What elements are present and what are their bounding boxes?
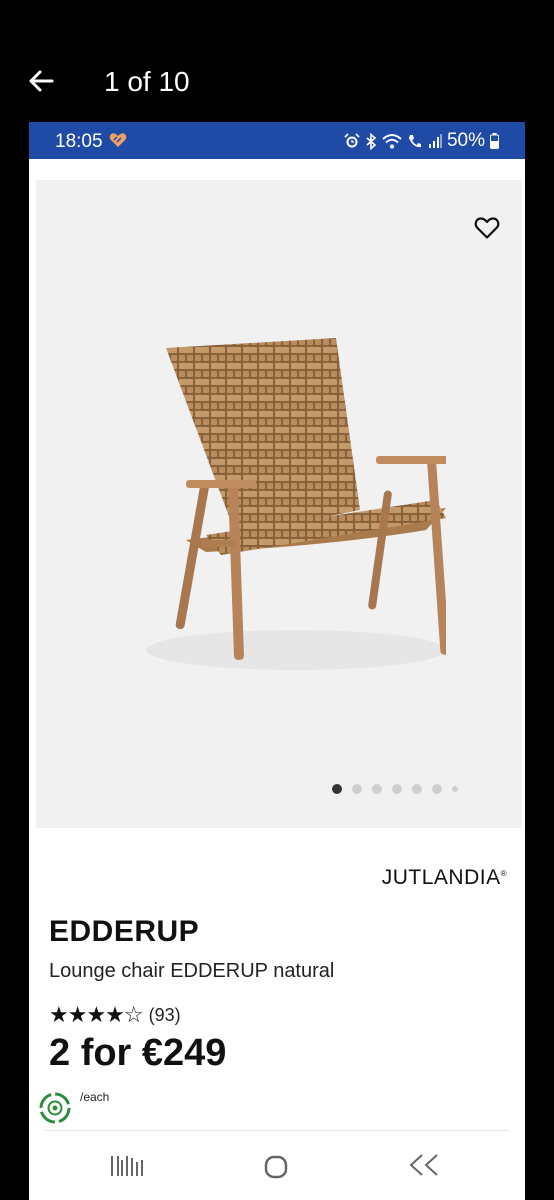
arrow-left-icon[interactable]	[26, 66, 56, 96]
wifi-calling-icon	[408, 135, 421, 148]
product-rating[interactable]: ★★★★☆ (93)	[49, 1002, 181, 1028]
android-nav-bar	[29, 1142, 525, 1192]
home-icon[interactable]	[263, 1154, 289, 1180]
alarm-icon	[344, 133, 360, 148]
gallery-dot[interactable]	[372, 784, 382, 794]
gallery-dot[interactable]	[412, 784, 422, 794]
phone-screenshot: 18:05 50% JUTLANDIA® EDDERUP Lounge chai…	[29, 122, 525, 1200]
product-description: Lounge chair EDDERUP natural	[49, 960, 335, 982]
image-counter: 1 of 10	[104, 66, 190, 97]
product-image-gallery[interactable]	[36, 180, 522, 828]
brand-logo: JUTLANDIA®	[381, 866, 507, 889]
heart-outline-icon[interactable]	[474, 216, 500, 240]
gallery-dot[interactable]	[332, 784, 342, 794]
recent-apps-icon[interactable]	[109, 1154, 145, 1178]
eco-recycle-icon	[39, 1092, 71, 1124]
product-photo	[146, 338, 446, 670]
gallery-dot[interactable]	[432, 784, 442, 794]
status-icons: 50%	[344, 130, 499, 152]
signal-icon	[428, 134, 442, 148]
bluetooth-icon	[366, 132, 377, 150]
product-name: EDDERUP	[49, 915, 200, 948]
price-unit: /each	[80, 1090, 110, 1104]
gallery-dot[interactable]	[352, 784, 362, 794]
nav-divider	[45, 1130, 509, 1131]
review-count: (93)	[148, 1004, 181, 1025]
battery-icon	[490, 133, 499, 149]
battery-percentage: 50%	[446, 130, 485, 151]
viewer-top-bar: 1 of 10	[0, 0, 554, 122]
back-icon[interactable]	[407, 1152, 441, 1178]
heart-notification-icon	[109, 133, 127, 147]
product-price: 2 for €249	[49, 1032, 227, 1074]
gallery-pagination	[332, 784, 458, 794]
rating-stars: ★★★★☆	[49, 1002, 144, 1027]
gallery-dot[interactable]	[452, 786, 458, 792]
status-bar: 18:05 50%	[29, 122, 525, 159]
status-time: 18:05	[55, 131, 103, 152]
gallery-dot[interactable]	[392, 784, 402, 794]
wifi-icon	[382, 134, 402, 149]
